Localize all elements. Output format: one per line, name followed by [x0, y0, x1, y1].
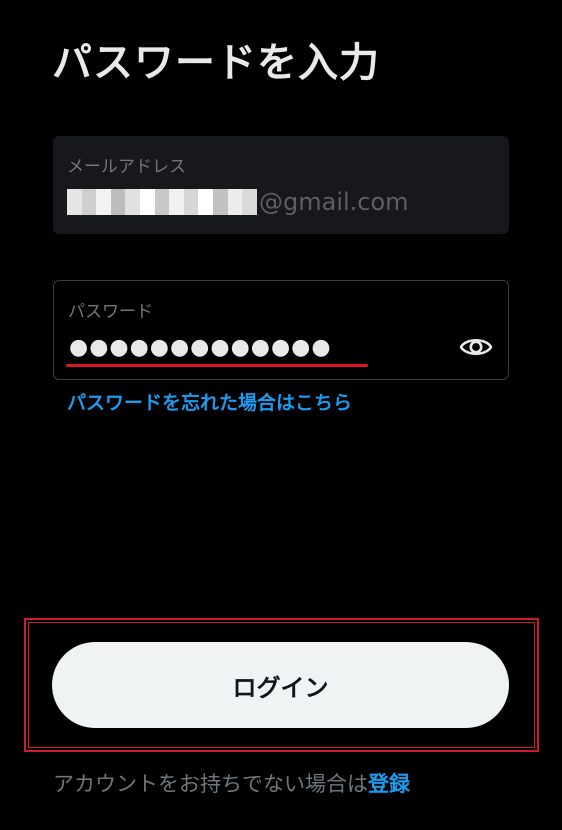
redaction-block: [125, 189, 141, 215]
redaction-block: [227, 189, 243, 215]
signup-prompt-row: アカウントをお持ちでない場合は登録: [53, 768, 410, 798]
redaction-block: [140, 189, 155, 215]
email-field[interactable]: メールアドレス @gmail.com: [53, 136, 509, 234]
redaction-block: [242, 189, 257, 215]
redacted-email-username: [67, 189, 257, 215]
password-input[interactable]: ●●●●●●●●●●●●●: [69, 333, 332, 363]
login-password-screen: パスワードを入力 メールアドレス @gmail.com パスワード ●●●●●●…: [0, 0, 562, 830]
redaction-block: [110, 189, 126, 215]
redaction-block: [67, 189, 82, 215]
redaction-block: [169, 189, 184, 215]
email-field-label: メールアドレス: [67, 157, 186, 177]
email-value: @gmail.com: [67, 186, 409, 218]
password-field-label: パスワード: [68, 302, 153, 322]
redaction-block: [154, 189, 170, 215]
redaction-block: [213, 189, 228, 215]
page-title: パスワードを入力: [52, 40, 380, 86]
email-domain: @gmail.com: [259, 188, 409, 216]
login-button[interactable]: ログイン: [52, 642, 509, 728]
forgot-password-link[interactable]: パスワードを忘れた場合はこちら: [67, 388, 352, 415]
password-field[interactable]: パスワード ●●●●●●●●●●●●●: [53, 280, 509, 380]
redaction-block: [96, 189, 111, 215]
eye-icon[interactable]: [458, 329, 494, 365]
signup-link[interactable]: 登録: [368, 772, 410, 796]
redaction-block: [183, 189, 199, 215]
password-annotation-underline: [66, 364, 368, 367]
signup-prompt-text: アカウントをお持ちでない場合は: [53, 772, 368, 796]
redaction-block: [198, 189, 214, 215]
redaction-block: [81, 189, 97, 215]
